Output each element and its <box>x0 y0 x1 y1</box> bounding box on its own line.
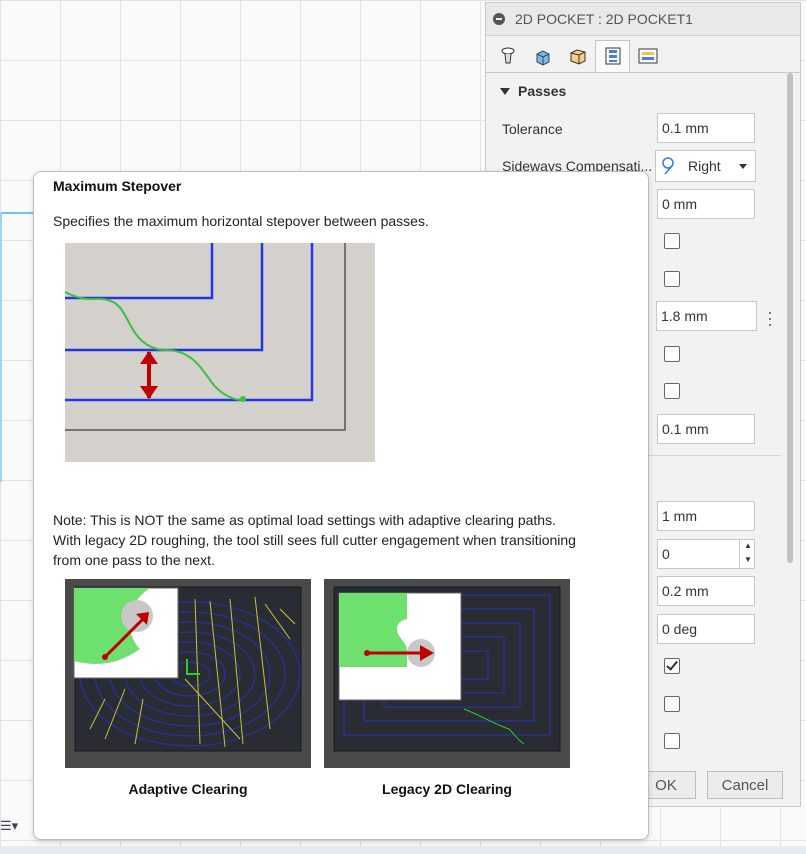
tooltip-note: Note: This is NOT the same as optimal lo… <box>53 510 633 570</box>
tool-icon <box>501 47 514 64</box>
checkbox-5[interactable] <box>664 658 680 674</box>
compensation-right-icon <box>662 157 674 175</box>
tab-linking[interactable] <box>630 40 665 72</box>
stock-to-leave-field[interactable]: 0.2 mm <box>657 576 755 606</box>
note-line-2: With legacy 2D roughing, the tool still … <box>53 532 576 548</box>
panel-title: 2D POCKET : 2D POCKET1 <box>515 11 693 27</box>
checkbox-4[interactable] <box>664 383 680 399</box>
number-spinner[interactable]: ▲ ▼ <box>739 539 756 569</box>
sketch-line-vertical <box>0 212 2 482</box>
checkbox-7[interactable] <box>664 733 680 749</box>
tab-geometry[interactable] <box>525 40 560 72</box>
number-value: 0 <box>662 546 670 562</box>
caption-legacy: Legacy 2D Clearing <box>382 781 512 797</box>
adaptive-clearing-illustration <box>65 579 311 768</box>
legacy-2d-clearing-illustration <box>324 579 570 768</box>
panel-tabs <box>486 36 800 73</box>
sketch-line <box>0 212 34 214</box>
checkbox-6[interactable] <box>664 696 680 712</box>
cancel-button[interactable]: Cancel <box>707 771 783 799</box>
tab-heights[interactable] <box>560 40 595 72</box>
expand-triangle-icon <box>500 88 510 95</box>
panel-header: 2D POCKET : 2D POCKET1 <box>486 3 800 36</box>
tolerance-field[interactable]: 0.1 mm <box>657 113 755 143</box>
display-settings-icon[interactable]: ☰▾ <box>0 818 18 833</box>
note-line-3: from one pass to the next. <box>53 552 215 568</box>
maximum-stepover-field[interactable]: 1.8 mm <box>656 301 757 331</box>
section-title: Passes <box>518 83 567 99</box>
more-options-icon[interactable]: · · · <box>767 303 773 333</box>
checkbox-3[interactable] <box>664 346 680 362</box>
spinner-up-icon[interactable]: ▲ <box>740 539 756 553</box>
heights-icon <box>570 49 585 65</box>
tooltip-description: Specifies the maximum horizontal stepove… <box>53 213 429 229</box>
collapse-icon[interactable] <box>493 13 505 25</box>
spinner-down-icon[interactable]: ▼ <box>740 553 756 567</box>
passes-section-header[interactable]: Passes <box>500 83 566 99</box>
checkbox-2[interactable] <box>664 271 680 287</box>
stepover-illustration <box>65 243 375 462</box>
passes-icon <box>605 47 620 65</box>
maximum-stepover-tooltip: Maximum Stepover Specifies the maximum h… <box>33 171 649 840</box>
scrollbar-thumb[interactable] <box>787 73 793 563</box>
tooltip-title: Maximum Stepover <box>53 178 182 194</box>
viewport-bottom-strip <box>0 846 806 854</box>
angle-field[interactable]: 0 deg <box>657 614 755 644</box>
note-line-1: Note: This is NOT the same as optimal lo… <box>53 512 556 528</box>
chevron-down-icon <box>739 164 747 169</box>
linking-icon <box>638 48 657 64</box>
tolerance-label: Tolerance <box>502 121 563 137</box>
tab-passes[interactable] <box>595 40 630 72</box>
sideways-compensation-value: Right <box>688 158 721 174</box>
sideways-compensation-select[interactable]: Right <box>655 150 756 182</box>
offset-field[interactable]: 0 mm <box>657 189 755 219</box>
viewport-tools[interactable]: ☰▾ <box>0 818 18 834</box>
smoothing-tolerance-field[interactable]: 0.1 mm <box>657 414 755 444</box>
distance-field[interactable]: 1 mm <box>657 501 755 531</box>
checkbox-1[interactable] <box>664 233 680 249</box>
tab-tool[interactable] <box>490 40 525 72</box>
panel-scrollbar[interactable] <box>786 73 794 773</box>
caption-adaptive: Adaptive Clearing <box>128 781 248 797</box>
geometry-icon <box>536 50 549 66</box>
